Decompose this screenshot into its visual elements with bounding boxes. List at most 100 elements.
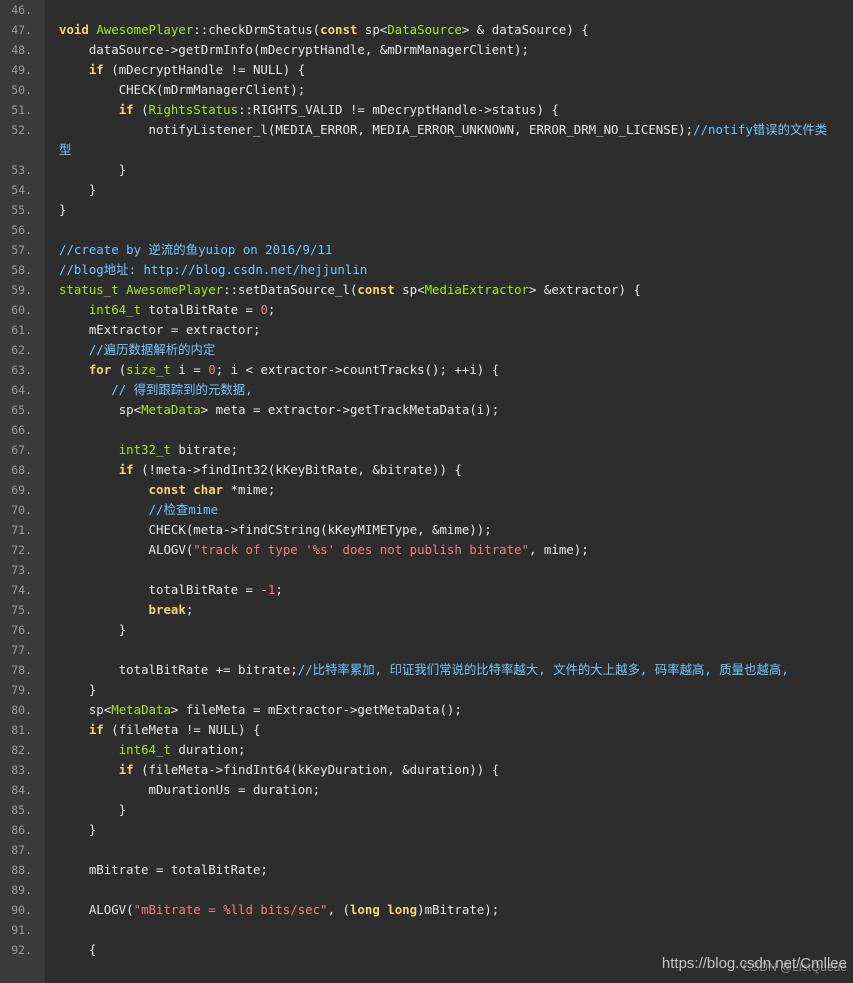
line-number: 63. bbox=[11, 363, 32, 377]
code-token: bitrate; bbox=[178, 442, 239, 457]
blog-watermark: https://blog.csdn.net/Cmllee bbox=[661, 955, 847, 972]
line-number: 66. bbox=[11, 423, 32, 437]
code-token: for bbox=[88, 362, 119, 377]
line-code: void AwesomePlayer::checkDrmStatus(const… bbox=[59, 20, 834, 40]
line-number: 48. bbox=[11, 43, 32, 57]
code-token: ; bbox=[267, 302, 276, 317]
line-code: } bbox=[59, 200, 834, 220]
line-code: status_t AwesomePlayer::setDataSource_l(… bbox=[59, 280, 834, 300]
line-number: 57. bbox=[11, 243, 32, 257]
code-token: , mime); bbox=[529, 542, 589, 557]
line-code: break; bbox=[59, 600, 834, 620]
code-line: 57. //create by 逆流的鱼yuiop on 2016/9/11 bbox=[0, 240, 853, 260]
code-token: MediaExtractor bbox=[424, 282, 529, 297]
line-code: totalBitRate = -1; bbox=[59, 580, 834, 600]
code-token: (fileMeta->findInt64(kKeyDuration, &dura… bbox=[141, 762, 500, 777]
code-token: notifyListener_l(MEDIA_ERROR, MEDIA_ERRO… bbox=[59, 122, 694, 137]
code-token: > fileMeta = mExtractor->getMetaData(); bbox=[170, 702, 462, 717]
code-line: 88. mBitrate = totalBitRate; bbox=[0, 860, 853, 880]
line-code: ALOGV("mBitrate = %lld bits/sec", (long … bbox=[59, 900, 834, 920]
line-number: 89. bbox=[11, 883, 32, 897]
line-code: // 得到跟踪到的元数据, bbox=[59, 380, 834, 400]
code-line: 58. //blog地址: http://blog.csdn.net/hejjun… bbox=[0, 260, 853, 280]
code-token: ; bbox=[275, 582, 283, 597]
code-token: RightsStatus bbox=[148, 102, 239, 117]
code-line: 69. const char *mime; bbox=[0, 480, 853, 500]
line-code bbox=[59, 560, 834, 580]
line-number: 56. bbox=[11, 223, 32, 237]
line-code: mExtractor = extractor; bbox=[59, 320, 834, 340]
code-token: i = bbox=[178, 362, 209, 377]
code-token: int32_t bbox=[118, 442, 179, 457]
code-token: //比特率累加, 印证我们常说的比特率越大, 文件的大上越多, 码率越高, 质量… bbox=[297, 662, 789, 677]
line-code: } bbox=[59, 180, 834, 200]
line-code: CHECK(mDrmManagerClient); bbox=[59, 80, 834, 100]
line-code: } bbox=[59, 680, 834, 700]
code-token: //检查mime bbox=[148, 502, 219, 517]
line-code: mBitrate = totalBitRate; bbox=[59, 860, 834, 880]
code-token: "mBitrate = %lld bits/sec" bbox=[133, 902, 328, 917]
line-number: 55. bbox=[11, 203, 32, 217]
line-code: if (!meta->findInt32(kKeyBitRate, &bitra… bbox=[59, 460, 834, 480]
code-token: totalBitRate = - bbox=[59, 582, 268, 597]
code-line: 47. void AwesomePlayer::checkDrmStatus(co… bbox=[0, 20, 853, 40]
code-line: 87. bbox=[0, 840, 853, 860]
code-line: 77. bbox=[0, 640, 853, 660]
line-code: } bbox=[59, 620, 834, 640]
code-line: 65. sp<MetaData> meta = extractor->getTr… bbox=[0, 400, 853, 420]
code-token: if bbox=[118, 102, 142, 117]
line-number: 59. bbox=[11, 283, 32, 297]
code-line: 70. //检查mime bbox=[0, 500, 853, 520]
line-number: 82. bbox=[11, 743, 32, 757]
code-token: void bbox=[59, 22, 97, 37]
code-token: totalBitRate = bbox=[148, 302, 261, 317]
line-number: 70. bbox=[11, 503, 32, 517]
code-token: break bbox=[148, 602, 186, 617]
code-token: { bbox=[59, 942, 97, 957]
code-token: mExtractor = extractor; bbox=[59, 322, 261, 337]
code-line: 89. bbox=[0, 880, 853, 900]
code-token: const char bbox=[148, 482, 231, 497]
code-token: mDurationUs = duration; bbox=[59, 782, 321, 797]
line-number: 65. bbox=[11, 403, 32, 417]
code-token: duration; bbox=[178, 742, 246, 757]
line-number: 88. bbox=[11, 863, 32, 877]
code-token: ; i < extractor->countTracks(); ++i) { bbox=[215, 362, 500, 377]
code-token: } bbox=[59, 202, 67, 217]
code-token: mBitrate = totalBitRate; bbox=[59, 862, 268, 877]
line-number: 92. bbox=[11, 943, 32, 957]
line-code: for (size_t i = 0; i < extractor->countT… bbox=[59, 360, 834, 380]
line-number: 77. bbox=[11, 643, 32, 657]
code-line: 68. if (!meta->findInt32(kKeyBitRate, &b… bbox=[0, 460, 853, 480]
code-token: 0 bbox=[260, 302, 268, 317]
code-token: //遍历数据解析的内定 bbox=[88, 342, 216, 357]
code-token: const bbox=[357, 282, 403, 297]
code-token: //blog地址: http://blog.csdn.net/hejjunlin bbox=[59, 262, 368, 277]
line-code: if (fileMeta->findInt64(kKeyDuration, &d… bbox=[59, 760, 834, 780]
code-line: 60. int64_t totalBitRate = 0; bbox=[0, 300, 853, 320]
line-number: 78. bbox=[11, 663, 32, 677]
code-token: const bbox=[320, 22, 365, 37]
line-code bbox=[59, 640, 834, 660]
code-token: if bbox=[88, 722, 112, 737]
code-line: 82. int64_t duration; bbox=[0, 740, 853, 760]
line-number: 71. bbox=[11, 523, 32, 537]
line-code: if (fileMeta != NULL) { bbox=[59, 720, 834, 740]
line-code: //create by 逆流的鱼yuiop on 2016/9/11 bbox=[59, 240, 834, 260]
code-line: 52. notifyListener_l(MEDIA_ERROR, MEDIA_… bbox=[0, 120, 853, 160]
line-code: //blog地址: http://blog.csdn.net/hejjunlin bbox=[59, 260, 834, 280]
code-token: dataSource->getDrmInfo(mDecryptHandle, &… bbox=[59, 42, 529, 57]
code-token: (mDecryptHandle != NULL) { bbox=[111, 62, 306, 77]
code-line: 66. bbox=[0, 420, 853, 440]
line-code bbox=[59, 880, 834, 900]
code-token: // 得到跟踪到的元数据, bbox=[111, 382, 253, 397]
code-token: 0 bbox=[208, 362, 216, 377]
code-line: 71. CHECK(meta->findCString(kKeyMIMEType… bbox=[0, 520, 853, 540]
code-line: 73. bbox=[0, 560, 853, 580]
code-line: 67. int32_t bitrate; bbox=[0, 440, 853, 460]
